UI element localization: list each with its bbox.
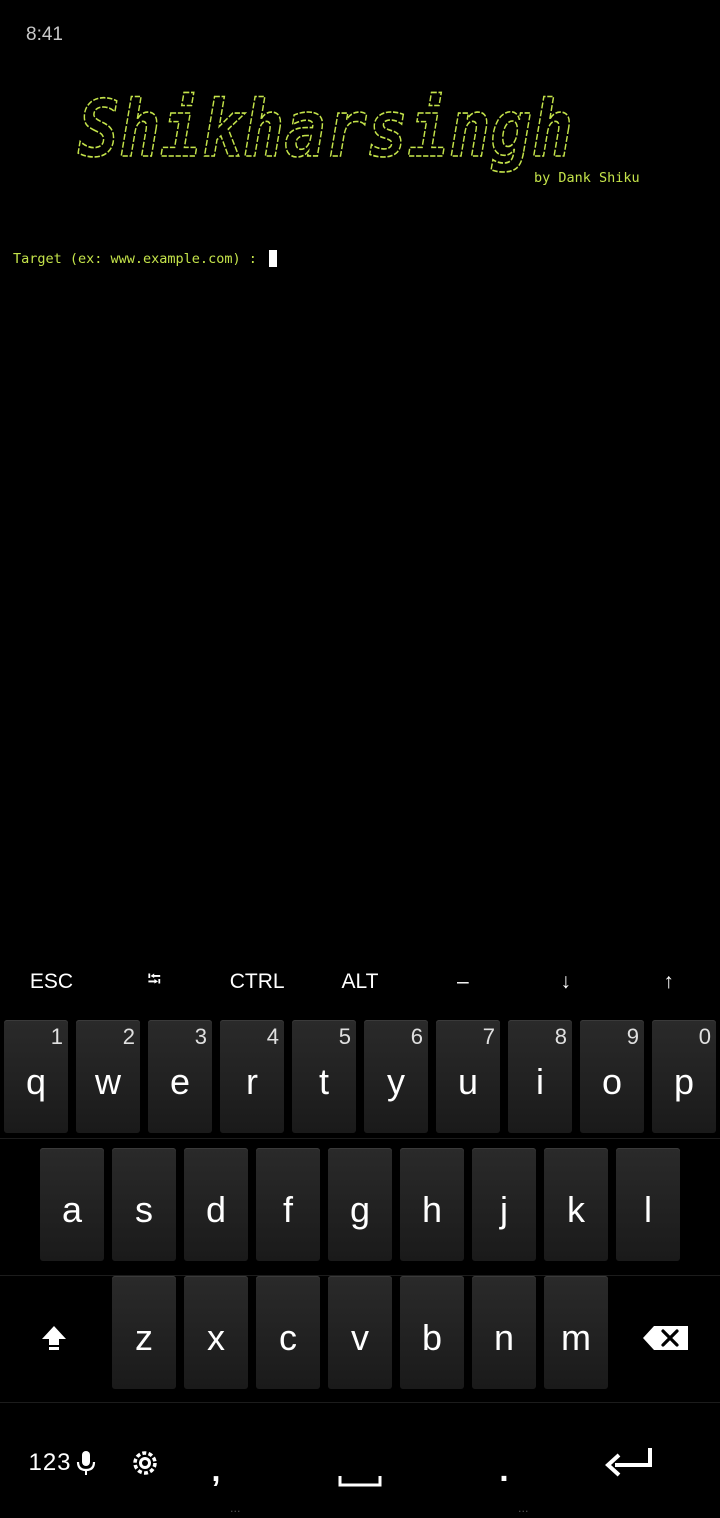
key-e[interactable]: 3 e [148,1020,212,1133]
key-d[interactable]: d [184,1148,248,1261]
key-label: s [135,1188,153,1230]
symbols-label: 123 [28,1449,72,1476]
text-cursor [268,250,277,267]
key-label: e [169,1060,191,1102]
key-label: j [500,1188,508,1230]
key-t[interactable]: 5 t [292,1020,356,1133]
enter-key[interactable] [590,1434,670,1490]
key-label: n [493,1316,515,1358]
settings-icon [133,1451,157,1475]
key-hint: 9 [626,1024,639,1049]
nav-dots-right: ... [518,1502,529,1515]
key-hint: 1 [50,1024,63,1049]
key-g[interactable]: g [328,1148,392,1261]
key-label: g [349,1188,371,1230]
key-hint: 7 [482,1024,495,1049]
extra-keys-row: ESC ⭾ CTRL ALT – ↓ ↑ [0,960,720,1004]
key-h[interactable]: h [400,1148,464,1261]
shift-icon [42,1325,66,1350]
key-hint: 0 [698,1024,711,1049]
key-i[interactable]: 8 i [508,1020,572,1133]
space-icon [338,1476,382,1487]
status-time: 8:41 [26,24,63,45]
key-q[interactable]: 1 q [4,1020,68,1133]
key-hint: 6 [410,1024,423,1049]
enter-icon [605,1448,652,1477]
period-key[interactable]: . [484,1440,524,1500]
key-r[interactable]: 4 r [220,1020,284,1133]
key-hint: 3 [194,1024,207,1049]
key-label: r [246,1060,258,1102]
alt-key[interactable]: ALT [309,960,412,1004]
key-label: b [421,1316,443,1358]
key-l[interactable]: l [616,1148,680,1261]
key-c[interactable]: c [256,1276,320,1389]
key-label: f [282,1188,293,1230]
prompt-text: Target (ex: www.example.com) : [13,250,265,267]
key-label: a [61,1188,83,1230]
key-label: t [318,1060,329,1102]
key-label: k [567,1188,585,1230]
key-o[interactable]: 9 o [580,1020,644,1133]
key-a[interactable]: a [40,1148,104,1261]
key-label: d [205,1188,227,1230]
terminal-view[interactable]: Shikharsingh by Dank Shiku Target (ex: w… [0,60,720,960]
key-z[interactable]: z [112,1276,176,1389]
key-n[interactable]: n [472,1276,536,1389]
key-label: o [601,1060,623,1102]
key-label: u [457,1060,479,1102]
key-label: h [421,1188,443,1230]
key-label: x [207,1316,225,1358]
symbols-key[interactable]: 123 [12,1440,112,1486]
key-v[interactable]: v [328,1276,392,1389]
key-x[interactable]: x [184,1276,248,1389]
key-s[interactable]: s [112,1148,176,1261]
ascii-banner: Shikharsingh [77,84,574,176]
key-w[interactable]: 2 w [76,1020,140,1133]
key-label: v [351,1316,369,1358]
key-k[interactable]: k [544,1148,608,1261]
tab-key[interactable]: ⭾ [103,960,206,1004]
banner-text: Shikharsingh [78,85,573,175]
period-label: . [499,1450,509,1489]
key-hint: 2 [122,1024,135,1049]
key-hint: 8 [554,1024,567,1049]
ctrl-key[interactable]: CTRL [206,960,309,1004]
comma-label: , [211,1451,221,1488]
esc-key[interactable]: ESC [0,960,103,1004]
key-label: q [25,1060,47,1102]
key-label: y [387,1060,405,1102]
settings-key[interactable] [122,1440,168,1486]
shift-key[interactable] [4,1276,104,1389]
backspace-key[interactable] [616,1276,716,1389]
key-label: i [536,1060,544,1102]
key-label: l [644,1188,652,1230]
backspace-icon [643,1325,688,1350]
arrow-down-key[interactable]: ↓ [514,960,617,1004]
mic-icon [76,1451,95,1475]
arrow-up-key[interactable]: ↑ [617,960,720,1004]
key-y[interactable]: 6 y [364,1020,428,1133]
key-label: p [673,1060,695,1102]
key-b[interactable]: b [400,1276,464,1389]
banner-byline: by Dank Shiku [534,170,640,186]
keyboard-bottom-row: 123 , . [0,1420,720,1510]
prompt-line[interactable]: Target (ex: www.example.com) : [13,250,277,267]
key-label: c [279,1316,297,1358]
comma-key[interactable]: , [196,1440,236,1500]
key-j[interactable]: j [472,1148,536,1261]
key-label: m [561,1316,591,1358]
key-hint: 5 [338,1024,351,1049]
nav-dots-left: ... [230,1502,241,1515]
space-key[interactable] [260,1440,460,1500]
dash-key[interactable]: – [411,960,514,1004]
key-f[interactable]: f [256,1148,320,1261]
key-label: w [95,1060,121,1102]
key-label: z [135,1316,153,1358]
key-u[interactable]: 7 u [436,1020,500,1133]
key-p[interactable]: 0 p [652,1020,716,1133]
key-m[interactable]: m [544,1276,608,1389]
key-hint: 4 [266,1024,279,1049]
